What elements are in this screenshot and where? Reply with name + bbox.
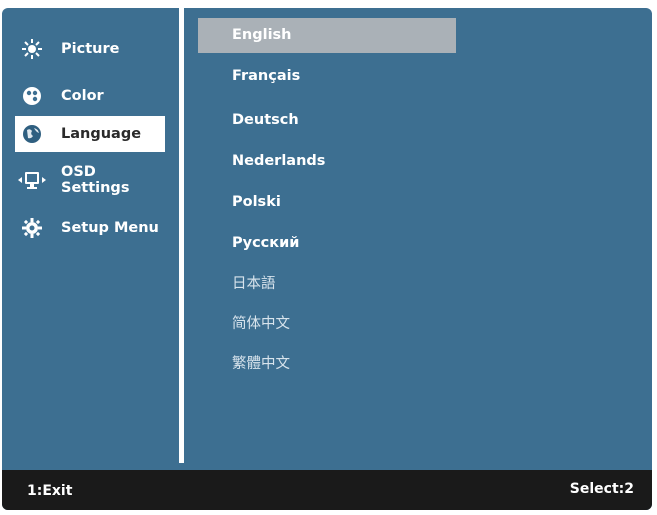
sidebar-item-label: Language (61, 126, 142, 142)
language-option-francais[interactable]: Français (232, 63, 300, 89)
footer-bar: 1:Exit Select:2 (2, 470, 652, 510)
sidebar-item-osd-settings[interactable]: OSD Settings (15, 162, 165, 198)
sidebar-item-language[interactable]: Language (15, 116, 165, 152)
sidebar-item-picture[interactable]: Picture (15, 31, 165, 67)
language-option-traditional-chinese[interactable]: 繁體中文 (232, 351, 290, 377)
globe-icon (21, 123, 43, 145)
language-option-simplified-chinese[interactable]: 简体中文 (232, 311, 290, 337)
sidebar-item-label: Color (61, 88, 104, 104)
language-option-nederlands[interactable]: Nederlands (232, 148, 325, 174)
select-hint: Select:2 (569, 481, 634, 497)
sidebar-item-color[interactable]: Color (15, 78, 165, 114)
language-option-russian[interactable]: Русский (232, 230, 299, 256)
sidebar-item-label: OSD Settings (61, 164, 130, 196)
language-option-polski[interactable]: Polski (232, 189, 281, 215)
sidebar-item-label: Picture (61, 41, 120, 57)
brightness-icon (21, 38, 43, 60)
sidebar: Picture Color Language OSD Settings Setu… (2, 8, 177, 463)
language-option-japanese[interactable]: 日本語 (232, 271, 276, 297)
osd-menu: Picture Color Language OSD Settings Setu… (2, 8, 652, 510)
divider (179, 8, 184, 463)
language-option-deutsch[interactable]: Deutsch (232, 107, 299, 133)
osd-settings-icon (17, 169, 47, 191)
exit-hint: 1:Exit (27, 483, 73, 499)
sidebar-item-setup-menu[interactable]: Setup Menu (15, 210, 165, 246)
language-option-english[interactable]: English (232, 22, 292, 48)
gear-icon (21, 217, 43, 239)
sidebar-item-label: Setup Menu (61, 220, 159, 236)
color-palette-icon (21, 85, 43, 107)
